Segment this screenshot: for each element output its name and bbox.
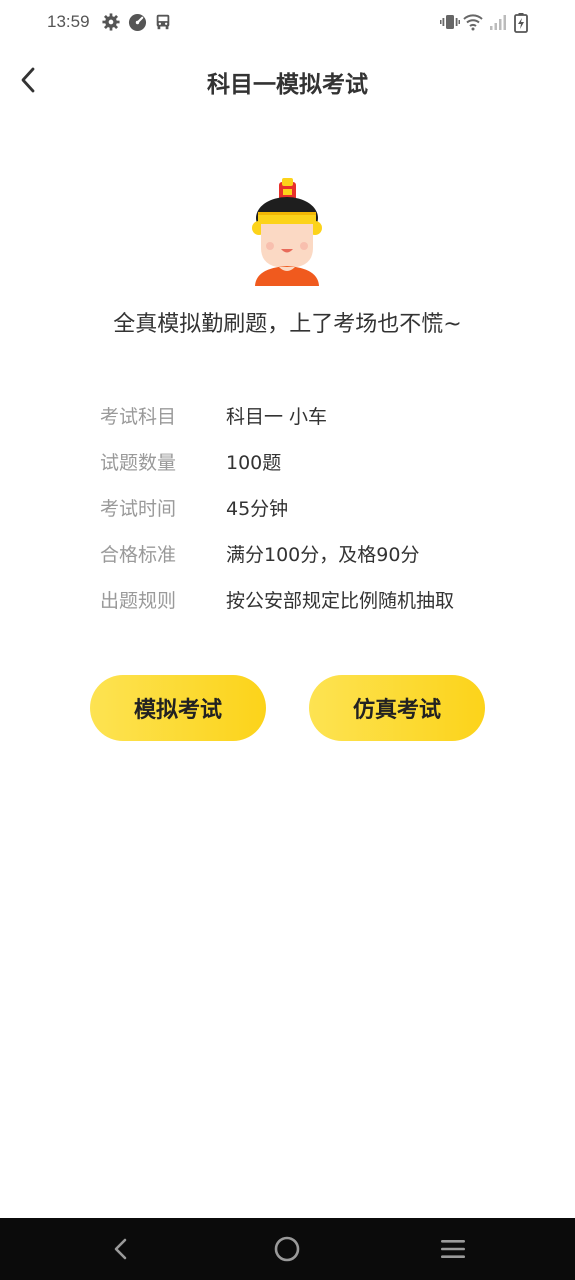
signal-icon [489,13,509,33]
page-title: 科目一模拟考试 [207,72,368,98]
nav-back-icon [114,1238,127,1260]
screen: 13:59 科目一模拟考试 全真模拟勤刷题，上了考场也不慌~ 考试科目 科目一 … [0,0,575,1280]
info-label: 出题规则 [100,589,177,612]
nav-menu-button[interactable] [436,1232,470,1266]
slogan: 全真模拟勤刷题，上了考场也不慌~ [113,312,462,337]
info-value: 科目一 小车 [226,405,328,428]
info-label: 考试科目 [100,405,177,428]
system-navigation-bar [0,1218,575,1280]
info-label: 试题数量 [100,451,177,474]
header: 科目一模拟考试 [0,48,575,112]
nav-home-button[interactable] [270,1232,304,1266]
simulation-exam-button[interactable]: 仿真考试 [309,675,485,741]
battery-charging-icon [514,13,534,33]
mascot-illustration [248,176,326,288]
nav-menu-icon [441,1240,465,1258]
status-time: 13:59 [47,12,90,31]
car-icon [154,13,174,33]
nav-back-button[interactable] [104,1232,138,1266]
exam-info-row-duration: 考试时间 45分钟 [100,484,520,530]
nav-home-icon [274,1236,300,1262]
info-label: 合格标准 [100,543,177,566]
info-value: 100题 [226,451,282,474]
info-value: 按公安部规定比例随机抽取 [226,589,455,612]
exam-info-row-question-count: 试题数量 100题 [100,438,520,484]
info-value: 满分100分，及格90分 [226,543,420,566]
info-value: 45分钟 [226,497,289,520]
wifi-icon [463,13,483,33]
status-bar: 13:59 [0,0,575,48]
vibrate-icon [440,13,460,33]
gear-icon [102,13,122,33]
exam-info-row-subject: 考试科目 科目一 小车 [100,392,520,438]
exam-info-row-rules: 出题规则 按公安部规定比例随机抽取 [100,576,520,622]
exam-info-row-passing-standard: 合格标准 满分100分，及格90分 [100,530,520,576]
exam-info-list: 考试科目 科目一 小车 试题数量 100题 考试时间 45分钟 合格标准 满分1… [100,392,520,622]
mock-exam-button[interactable]: 模拟考试 [90,675,266,741]
speedometer-icon [128,13,148,33]
info-label: 考试时间 [100,497,177,520]
